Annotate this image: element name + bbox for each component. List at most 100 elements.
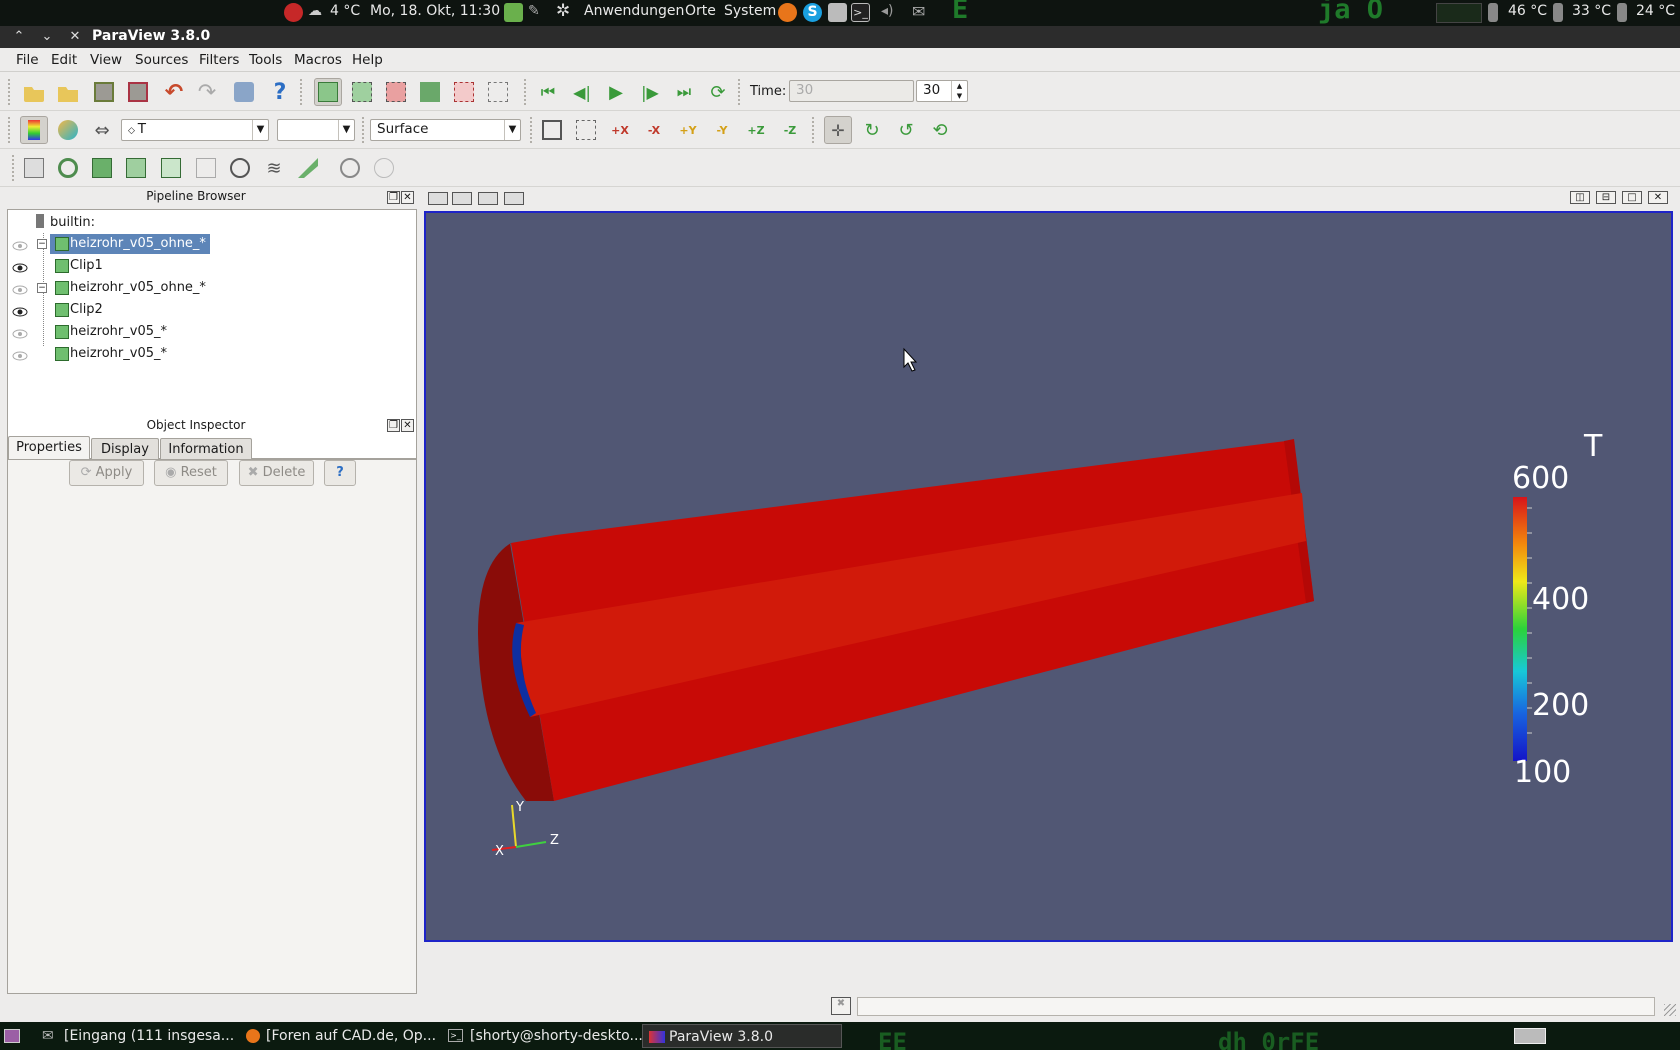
open-button[interactable]	[20, 78, 48, 106]
eye-hidden-icon[interactable]	[12, 241, 28, 251]
threshold-button[interactable]	[157, 154, 185, 182]
task-terminal[interactable]: >_ [shorty@shorty-deskto...	[444, 1024, 643, 1048]
menu-edit[interactable]: Edit	[51, 52, 77, 68]
eye-hidden-icon[interactable]	[12, 351, 28, 361]
show-desktop-icon[interactable]	[4, 1029, 20, 1043]
view-pos-z-button[interactable]: +Z	[742, 116, 770, 144]
split-horizontal-icon[interactable]: ◫	[1570, 191, 1590, 204]
representation-combo[interactable]: Surface ▼	[370, 119, 521, 141]
pipeline-item[interactable]: Clip2	[50, 300, 103, 320]
render-canvas[interactable]: Y Z X	[426, 213, 1671, 940]
toolbar-grip[interactable]	[12, 155, 16, 181]
undock-icon[interactable]: ❐	[387, 419, 400, 432]
pipeline-item[interactable]: heizrohr_v05_*	[50, 322, 167, 342]
tab-properties[interactable]: Properties	[8, 436, 90, 460]
firefox-launcher-icon[interactable]	[778, 3, 797, 22]
lookmark-icon[interactable]	[452, 192, 472, 205]
menu-filters[interactable]: Filters	[199, 52, 239, 68]
menu-file[interactable]: File	[16, 52, 39, 68]
menu-applications[interactable]: Anwendungen	[584, 3, 684, 19]
view-neg-y-button[interactable]: -Y	[708, 116, 736, 144]
menu-tools[interactable]: Tools	[249, 52, 282, 68]
menu-places[interactable]: Orte	[685, 3, 716, 19]
power-icon[interactable]	[284, 3, 303, 22]
color-legend-bar[interactable]	[1513, 497, 1527, 761]
abort-icon[interactable]: ✖	[831, 997, 851, 1015]
menu-system[interactable]: System	[724, 3, 776, 19]
first-frame-button[interactable]: ⏮	[534, 78, 562, 106]
pipeline-item[interactable]: heizrohr_v05_ohne_*	[50, 234, 210, 254]
workspace-switcher-icon[interactable]	[1514, 1028, 1546, 1044]
view-pos-x-button[interactable]: +X	[606, 116, 634, 144]
redo-button[interactable]: ↷	[193, 78, 221, 106]
color-by-combo[interactable]: ◇ T ▼	[121, 119, 269, 141]
window-minimize-icon[interactable]: ⌄	[38, 28, 56, 46]
pipeline-item[interactable]: heizrohr_v05_ohne_*	[50, 278, 206, 298]
weather-icon[interactable]: ☁	[308, 3, 322, 19]
time-step-spinbox[interactable]: 30 ▲ ▼	[916, 80, 968, 102]
skype-launcher-icon[interactable]: S	[803, 3, 822, 22]
warp-vector-button[interactable]	[294, 154, 322, 182]
apply-button[interactable]: ⟳ Apply	[69, 460, 144, 486]
help-button[interactable]: ?	[266, 78, 294, 106]
edit-color-map-button[interactable]	[54, 116, 82, 144]
extract-level-button[interactable]	[370, 154, 398, 182]
network-icon[interactable]: ✎	[528, 3, 540, 19]
pipeline-root[interactable]: builtin:	[36, 213, 95, 233]
task-mail[interactable]: ✉ [Eingang (111 insgesa...	[38, 1024, 234, 1048]
view-neg-x-button[interactable]: -X	[640, 116, 668, 144]
toolbar-grip[interactable]	[8, 79, 12, 105]
task-paraview[interactable]: ParaView 3.8.0	[642, 1024, 842, 1048]
rotation-center-button[interactable]: ⟲	[926, 116, 954, 144]
view-neg-z-button[interactable]: -Z	[776, 116, 804, 144]
reset-center-button[interactable]: ↻	[858, 116, 886, 144]
window-titlebar[interactable]: ⌃ ⌄ ✕ ParaView 3.8.0	[0, 26, 1680, 48]
render-view[interactable]: Y Z X T 600 400 200 100	[424, 211, 1673, 942]
window-close-icon[interactable]: ✕	[66, 28, 84, 46]
undock-icon[interactable]: ❐	[387, 191, 400, 204]
previous-frame-button[interactable]: ◀|	[568, 78, 596, 106]
close-dock-icon[interactable]: ✕	[401, 419, 414, 432]
toolbar-grip[interactable]	[524, 79, 528, 105]
toolbar-grip[interactable]	[530, 117, 534, 143]
maximize-view-icon[interactable]: □	[1622, 191, 1642, 204]
component-combo[interactable]: ▼	[277, 119, 355, 141]
connect-button[interactable]	[230, 78, 258, 106]
collapse-icon[interactable]: −	[37, 283, 47, 293]
undo-button[interactable]: ↶	[160, 78, 188, 106]
contour-button[interactable]	[54, 154, 82, 182]
window-shade-icon[interactable]: ⌃	[10, 28, 28, 46]
zoom-to-data-button[interactable]	[572, 116, 600, 144]
time-value-field[interactable]: 30	[789, 80, 914, 102]
stream-tracer-button[interactable]: ≋	[260, 154, 288, 182]
collapse-icon[interactable]: −	[37, 239, 47, 249]
load-state-button[interactable]	[90, 78, 118, 106]
view-pos-y-button[interactable]: +Y	[674, 116, 702, 144]
rescale-range-button[interactable]: ⇔	[88, 116, 116, 144]
resize-grip-icon[interactable]	[1664, 1004, 1676, 1016]
menu-view[interactable]: View	[90, 52, 122, 68]
disk-launcher-icon[interactable]	[828, 3, 847, 22]
extract-subset-button[interactable]	[192, 154, 220, 182]
loop-button[interactable]: ⟳	[704, 78, 732, 106]
menu-macros[interactable]: Macros	[294, 52, 342, 68]
menu-help[interactable]: Help	[352, 52, 383, 68]
reset-camera-button[interactable]	[538, 116, 566, 144]
update-icon[interactable]	[504, 3, 523, 22]
eye-visible-icon[interactable]	[12, 307, 28, 317]
play-button[interactable]: ▶	[602, 78, 630, 106]
delete-button[interactable]: ✖ Delete	[239, 460, 314, 486]
toolbar-grip[interactable]	[300, 79, 304, 105]
split-vertical-icon[interactable]: ⊟	[1596, 191, 1616, 204]
select-cells-surface-button[interactable]	[348, 78, 376, 106]
tab-display[interactable]: Display	[91, 438, 159, 460]
next-frame-button[interactable]: |▶	[636, 78, 664, 106]
menu-sources[interactable]: Sources	[135, 52, 188, 68]
glyph-button[interactable]	[226, 154, 254, 182]
task-firefox[interactable]: [Foren auf CAD.de, Op...	[240, 1024, 436, 1048]
eye-hidden-icon[interactable]	[12, 285, 28, 295]
volume-icon[interactable]: ◂)	[881, 3, 894, 19]
spin-arrows-icon[interactable]: ▲ ▼	[951, 81, 967, 101]
clip-button[interactable]	[88, 154, 116, 182]
eye-visible-icon[interactable]	[12, 263, 28, 273]
